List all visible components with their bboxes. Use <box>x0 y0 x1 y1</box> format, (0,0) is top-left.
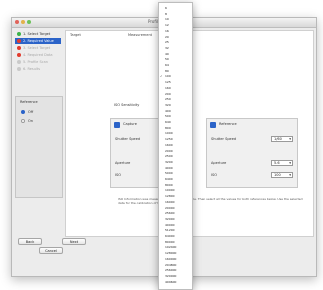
step-item-2[interactable]: 2. Required Value <box>15 38 61 44</box>
iso-option-item[interactable]: 800 <box>159 126 192 130</box>
shutter-speed-select[interactable]: 1/60 ▾ <box>271 136 293 142</box>
iso-option-item[interactable]: 320000 <box>159 274 192 278</box>
iso-option-item[interactable]: 16 <box>159 29 192 33</box>
step-status-icon <box>17 60 21 64</box>
step-item-1[interactable]: 1. Select Target <box>15 31 61 37</box>
iso-dropdown-menu[interactable]: 6 8 10 12 16 20 25 32 40 50 64 80 ✓ 100 125 160 200 250 32… <box>158 2 193 290</box>
iso-option-item[interactable]: 200 <box>159 92 192 96</box>
step-item-4[interactable]: 4. Required Data <box>15 52 61 58</box>
iso-option-item[interactable]: 204800 <box>159 263 192 267</box>
iso-option-item[interactable]: 400 <box>159 109 192 113</box>
step-status-icon <box>17 39 21 43</box>
header-measurement: Measurement <box>128 33 153 37</box>
iso-option-item[interactable]: 20 <box>159 35 192 39</box>
iso-option-item[interactable]: 500 <box>159 114 192 118</box>
iso-option-item[interactable]: 160 <box>159 86 192 90</box>
iso-option-item[interactable]: 50 <box>159 57 192 61</box>
iso-option-item[interactable]: 250 <box>159 97 192 101</box>
iso-option-item[interactable]: 4000 <box>159 166 192 170</box>
reference-off-radio[interactable]: Off <box>21 109 65 115</box>
iso-option-item[interactable]: 32 <box>159 46 192 50</box>
capture-group-title: Capture <box>123 122 137 126</box>
step-item-3[interactable]: 3. Select Target <box>15 45 61 51</box>
iso-option-item[interactable]: 640 <box>159 120 192 124</box>
iso-option-item[interactable]: 40 <box>159 52 192 56</box>
reference-on-radio[interactable]: On <box>21 118 65 124</box>
iso-option-item[interactable]: 1000 <box>159 131 192 135</box>
close-window-icon[interactable] <box>15 20 19 24</box>
iso-option-item[interactable]: 10000 <box>159 188 192 192</box>
iso-select[interactable]: 100 ▾ <box>271 172 293 178</box>
iso-option-item[interactable]: 16000 <box>159 200 192 204</box>
iso-option-item[interactable]: 125 <box>159 80 192 84</box>
iso-label: ISO <box>211 173 218 177</box>
iso-option-item[interactable]: 8000 <box>159 183 192 187</box>
iso-option-item[interactable]: 6400 <box>159 177 192 181</box>
iso-option-item[interactable]: 80 <box>159 69 192 73</box>
iso-option-item[interactable]: 64 <box>159 63 192 67</box>
shutter-speed-label: Shutter Speed <box>211 137 237 141</box>
iso-sensitivity-label: ISO Sensitivity <box>114 103 140 107</box>
iso-option-item[interactable]: 409600 <box>159 280 192 284</box>
radio-icon <box>21 110 25 114</box>
iso-option-item[interactable]: 1600 <box>159 143 192 147</box>
shutter-speed-label: Shutter Speed <box>115 137 141 141</box>
iso-option-item[interactable]: 5000 <box>159 171 192 175</box>
cancel-button[interactable]: Cancel <box>39 247 63 254</box>
chevron-down-icon: ▾ <box>289 173 291 177</box>
iso-option-item[interactable]: 40000 <box>159 223 192 227</box>
aperture-select[interactable]: 5.6 ▾ <box>271 160 293 166</box>
aperture-label: Aperture <box>211 161 227 165</box>
camera-icon <box>114 122 120 128</box>
chevron-down-icon: ▾ <box>289 137 291 141</box>
iso-option-item[interactable]: 160000 <box>159 257 192 261</box>
next-button[interactable]: Next <box>62 238 86 245</box>
iso-option-item[interactable]: 25 <box>159 40 192 44</box>
iso-label: ISO <box>115 173 122 177</box>
iso-option-item[interactable]: 51200 <box>159 228 192 232</box>
iso-option-item[interactable]: 64000 <box>159 234 192 238</box>
iso-option-item[interactable]: 6 <box>159 6 192 10</box>
reference-group: Reference Shutter Speed 1/60 ▾ Aperture 5… <box>206 118 298 188</box>
iso-option-item[interactable]: 32000 <box>159 217 192 221</box>
iso-option-item[interactable]: 102400 <box>159 245 192 249</box>
chevron-down-icon: ▾ <box>289 161 291 165</box>
minimize-window-icon[interactable] <box>21 20 25 24</box>
step-status-icon <box>17 46 21 50</box>
reference-group-title: Reference <box>219 122 237 126</box>
reference-panel-title: Reference <box>20 100 38 104</box>
iso-option-item[interactable]: 12800 <box>159 194 192 198</box>
step-status-icon <box>17 32 21 36</box>
iso-option-item[interactable]: 320 <box>159 103 192 107</box>
iso-option-item[interactable]: ✓ 100 <box>159 74 192 78</box>
zoom-window-icon[interactable] <box>27 20 31 24</box>
iso-option-item[interactable]: 25600 <box>159 211 192 215</box>
back-button[interactable]: Back <box>18 238 42 245</box>
aperture-label: Aperture <box>115 161 131 165</box>
step-item-6[interactable]: 6. Results <box>15 66 61 72</box>
step-item-5[interactable]: 5. Profile Scan <box>15 59 61 65</box>
iso-option-item[interactable]: 20000 <box>159 206 192 210</box>
iso-option-item[interactable]: 2500 <box>159 154 192 158</box>
camera-icon <box>210 122 216 128</box>
iso-option-item[interactable]: 10 <box>159 17 192 21</box>
iso-option-item[interactable]: 256000 <box>159 268 192 272</box>
iso-option-item[interactable]: 80000 <box>159 240 192 244</box>
checkmark-icon: ✓ <box>160 74 163 79</box>
reference-panel: Reference Off On <box>15 96 63 198</box>
iso-option-item[interactable]: 128000 <box>159 251 192 255</box>
radio-icon <box>21 119 25 123</box>
header-target: Target <box>70 33 81 37</box>
step-status-icon <box>17 53 21 57</box>
iso-option-item[interactable]: 12 <box>159 23 192 27</box>
iso-option-item[interactable]: 1250 <box>159 137 192 141</box>
iso-option-item[interactable]: 2000 <box>159 149 192 153</box>
step-status-icon <box>17 67 21 71</box>
footnote-text: ISO Information was measured from each t… <box>118 197 303 205</box>
iso-option-item[interactable]: 3200 <box>159 160 192 164</box>
iso-option-item[interactable]: 8 <box>159 12 192 16</box>
